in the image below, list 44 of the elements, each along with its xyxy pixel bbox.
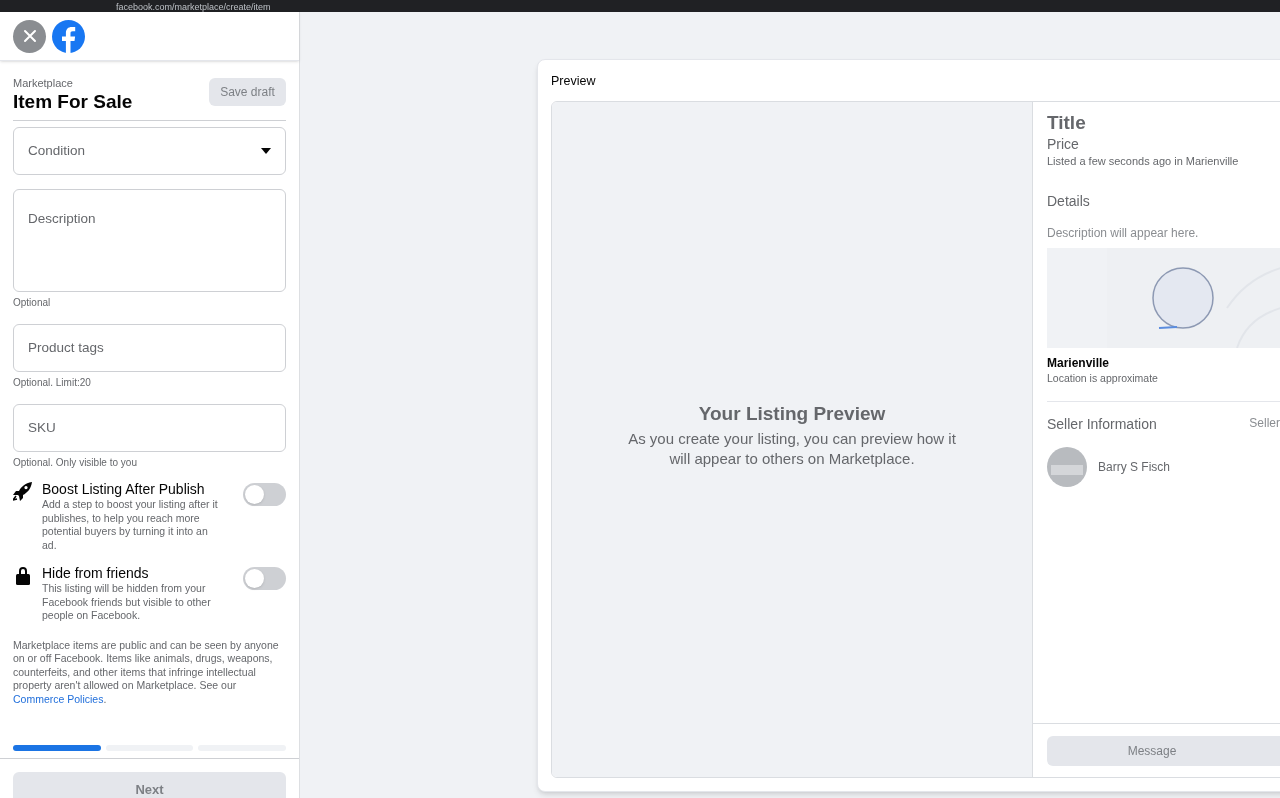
- option-title: Boost Listing After Publish: [42, 480, 206, 498]
- description-field[interactable]: Description: [13, 189, 286, 292]
- placeholder-text: SKU: [28, 418, 56, 437]
- field-hint: Optional. Only visible to you: [13, 456, 138, 470]
- preview-heading: Preview: [551, 73, 597, 89]
- option-description: Add a step to boost your listing after it publishes, to help you reach more potential buyers by turning it into an ad.: [42, 498, 219, 552]
- avatar-icon: [1047, 447, 1087, 487]
- placeholder-text: Product tags: [28, 338, 104, 357]
- placeholder-text: Description: [28, 211, 96, 226]
- field-hint: Optional. Limit:20: [13, 376, 92, 390]
- condition-dropdown[interactable]: Condition: [13, 127, 286, 175]
- description-text: Description will appear here.: [1047, 225, 1200, 242]
- lock-icon: [13, 565, 33, 585]
- placeholder-title: Your Listing Preview: [698, 402, 886, 427]
- logo-icon[interactable]: [52, 19, 85, 53]
- disclaimer-text: Marketplace items are public and can be seen by anyone on or off Facebook. Items like animals, drugs, weapons, counterfeits, and other items that infringe intellectual property aren't allowed on Marketplace. See our Commerce Policies.: [13, 638, 280, 706]
- input-field[interactable]: Product tags: [13, 324, 286, 372]
- listing-price: Price: [1047, 135, 1080, 153]
- field-hint: Optional: [13, 296, 52, 310]
- option-title: Hide from friends: [42, 564, 150, 582]
- toggle-switch[interactable]: [243, 567, 286, 590]
- caret-icon: [261, 148, 271, 154]
- listing-time-text: Listed a few seconds ago in Marienville: [1047, 154, 1240, 169]
- placeholder-text: As you create your listing, you can preview how it will appear to others on Marketplace.: [627, 428, 957, 469]
- next-button[interactable]: Next: [13, 772, 286, 798]
- option-description: This listing will be hidden from your Facebook friends but visible to other people on Facebook.: [42, 582, 212, 623]
- location-note: Location is approximate: [1047, 371, 1159, 385]
- input-field[interactable]: SKU: [13, 404, 286, 452]
- location-name: Marienville: [1047, 355, 1111, 371]
- toggle-switch[interactable]: [243, 483, 286, 506]
- close-button[interactable]: [13, 19, 46, 53]
- save-draft-button[interactable]: Save draft: [209, 78, 286, 106]
- message-button[interactable]: Message: [1047, 736, 1280, 766]
- details-heading: Details: [1047, 192, 1091, 211]
- seller-heading: Seller Information: [1047, 415, 1157, 434]
- form-title: Item For Sale: [13, 90, 133, 114]
- rocket-icon: [13, 481, 33, 501]
- breadcrumb-text: Marketplace: [13, 76, 74, 90]
- address-text[interactable]: facebook.com/marketplace/create/item: [116, 3, 271, 12]
- seller-link[interactable]: Seller: [1249, 414, 1280, 435]
- seller-name: Barry S Fisch: [1098, 459, 1170, 476]
- close-icon: [22, 29, 37, 43]
- listing-title: Title: [1047, 111, 1087, 135]
- placeholder-text: Condition: [28, 141, 86, 160]
